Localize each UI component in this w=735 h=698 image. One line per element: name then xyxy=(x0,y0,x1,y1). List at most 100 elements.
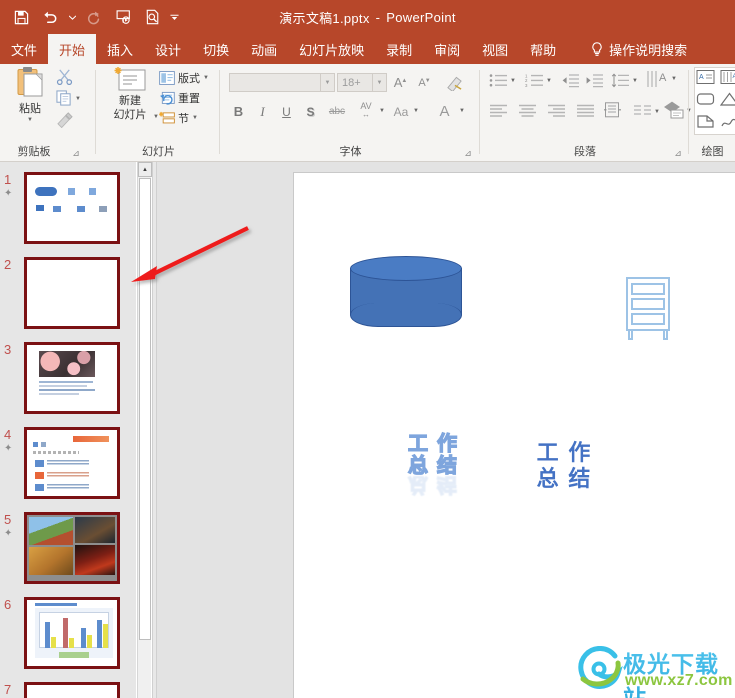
tab-file[interactable]: 文件 xyxy=(0,34,48,64)
change-case-button[interactable]: Aa xyxy=(389,102,413,121)
scrollbar-thumb[interactable] xyxy=(139,178,151,640)
slide-thumbnail-2[interactable] xyxy=(24,257,120,329)
font-color-dropdown-caret[interactable]: ▼ xyxy=(459,108,465,114)
increase-indent-button[interactable] xyxy=(585,73,604,90)
align-right-button[interactable] xyxy=(547,104,566,121)
section-dropdown-caret[interactable]: ▼ xyxy=(192,115,198,121)
line-spacing-button[interactable] xyxy=(611,73,630,90)
paragraph-dialog-launcher[interactable]: ⊿ xyxy=(672,147,684,159)
char-spacing-dropdown-caret[interactable]: ▼ xyxy=(379,108,385,114)
cylinder-bottom xyxy=(350,303,462,327)
tab-slideshow[interactable]: 幻灯片放映 xyxy=(288,34,375,64)
undo-dropdown[interactable] xyxy=(66,4,78,30)
flowchart-shape[interactable] xyxy=(696,113,716,131)
scroll-up-button[interactable]: ▲ xyxy=(138,162,152,177)
format-painter-button[interactable] xyxy=(56,112,78,132)
font-name-dropdown-caret[interactable]: ▼ xyxy=(320,74,334,91)
text-shadow-button[interactable]: S xyxy=(301,102,320,121)
grow-font-button[interactable]: A ▲ xyxy=(391,73,410,92)
layout-button[interactable]: 版式 ▼ xyxy=(159,70,209,86)
numbering-button[interactable]: 1 2 3 xyxy=(525,73,544,90)
thumb1-shape xyxy=(53,206,61,212)
slide-thumbnail-pane[interactable]: 1 ✦ 2 3 4 ✦ 5 ✦ 6 7 xyxy=(0,162,136,698)
slide-number-2: 2 xyxy=(4,257,12,272)
shelf-shape[interactable] xyxy=(626,277,670,341)
underline-button[interactable]: U xyxy=(277,102,296,121)
convert-to-smartart-button[interactable] xyxy=(663,100,685,122)
font-name-input[interactable]: ▼ xyxy=(229,73,335,92)
paste-dropdown-caret[interactable]: ▼ xyxy=(27,117,33,123)
cut-button[interactable] xyxy=(56,68,78,88)
slide-thumbnail-5[interactable] xyxy=(24,512,120,584)
text-direction-dropdown-caret[interactable]: ▼ xyxy=(671,76,677,82)
print-preview-button[interactable] xyxy=(139,4,165,30)
tab-transitions[interactable]: 切换 xyxy=(192,34,240,64)
tab-insert[interactable]: 插入 xyxy=(96,34,144,64)
cylinder-shape[interactable] xyxy=(350,256,462,327)
align-left-button[interactable] xyxy=(489,104,508,121)
thumb1-shape xyxy=(89,188,96,195)
save-button[interactable] xyxy=(8,4,34,30)
tab-record[interactable]: 录制 xyxy=(375,34,423,64)
font-color-button[interactable]: A xyxy=(435,102,454,121)
tell-me-search[interactable]: 操作说明搜索 xyxy=(581,34,697,64)
shrink-font-button[interactable]: A ▼ xyxy=(415,73,434,92)
new-slide-button[interactable]: 新建 幻灯片 xyxy=(107,66,153,138)
bullets-dropdown-caret[interactable]: ▼ xyxy=(510,78,516,84)
redo-button[interactable] xyxy=(81,4,107,30)
slide-canvas[interactable]: 工 作 总 结 总 结 工 作 总 结 xyxy=(293,172,735,698)
customize-qat-button[interactable] xyxy=(168,4,180,30)
freeform-shape[interactable] xyxy=(720,113,735,131)
decrease-indent-button[interactable] xyxy=(561,73,580,90)
triangle-shape[interactable] xyxy=(719,91,735,109)
justify-button[interactable] xyxy=(576,104,595,121)
group-divider xyxy=(479,70,480,154)
wordart-outline[interactable]: 工 作 总 结 总 结 xyxy=(400,431,466,496)
svg-text:A: A xyxy=(699,74,704,81)
tab-view[interactable]: 视图 xyxy=(471,34,519,64)
undo-button[interactable] xyxy=(37,4,63,30)
paste-button[interactable]: 粘贴 ▼ xyxy=(8,66,52,138)
slide-thumbnail-4[interactable] xyxy=(24,427,120,499)
text-direction-button[interactable]: A xyxy=(646,69,670,91)
bold-button[interactable]: B xyxy=(229,102,248,121)
vertical-text-shape[interactable]: A xyxy=(720,69,735,87)
wordart-solid[interactable]: 工 作 总 结 xyxy=(533,441,595,493)
font-size-input[interactable]: 18+ ▼ xyxy=(337,73,387,92)
shapes-gallery[interactable]: A A xyxy=(694,67,735,135)
reset-button[interactable]: 重置 xyxy=(159,90,200,106)
italic-button[interactable]: I xyxy=(253,102,272,121)
slide-thumbnail-3[interactable] xyxy=(24,342,120,414)
slide-thumbnail-6[interactable] xyxy=(24,597,120,669)
character-spacing-button[interactable]: AV ↔ xyxy=(353,100,379,119)
wordart-solid-line2: 总 结 xyxy=(536,467,592,492)
font-size-dropdown-caret[interactable]: ▼ xyxy=(372,74,386,91)
tab-home[interactable]: 开始 xyxy=(48,34,97,64)
layout-dropdown-caret[interactable]: ▼ xyxy=(203,75,209,81)
wordart-solid-line1: 工 作 xyxy=(536,441,592,466)
clear-formatting-button[interactable] xyxy=(443,73,465,92)
tab-animations[interactable]: 动画 xyxy=(240,34,288,64)
rounded-rectangle-shape[interactable] xyxy=(696,91,716,109)
font-dialog-launcher[interactable]: ⊿ xyxy=(462,147,474,159)
change-case-dropdown-caret[interactable]: ▼ xyxy=(413,108,419,114)
align-center-button[interactable] xyxy=(518,104,537,121)
strikethrough-button[interactable]: abc xyxy=(325,102,349,121)
clipboard-dialog-launcher[interactable]: ⊿ xyxy=(70,147,82,159)
section-button[interactable]: 节 ▼ xyxy=(159,110,198,126)
distribute-columns-button[interactable] xyxy=(603,102,622,119)
text-box-shape[interactable]: A xyxy=(696,69,716,87)
bullets-button[interactable] xyxy=(489,73,508,90)
thumbnail-pane-scrollbar[interactable]: ▲ xyxy=(137,162,152,698)
columns-dropdown-caret[interactable]: ▼ xyxy=(654,109,660,115)
tab-design[interactable]: 设计 xyxy=(144,34,192,64)
numbering-dropdown-caret[interactable]: ▼ xyxy=(546,78,552,84)
columns-button[interactable] xyxy=(633,104,652,121)
slide-thumbnail-7[interactable] xyxy=(24,682,120,698)
start-from-beginning-button[interactable] xyxy=(110,4,136,30)
tab-help[interactable]: 帮助 xyxy=(519,34,567,64)
line-spacing-dropdown-caret[interactable]: ▼ xyxy=(632,78,638,84)
tab-review[interactable]: 审阅 xyxy=(423,34,471,64)
slide-thumbnail-1[interactable] xyxy=(24,172,120,244)
copy-dropdown-caret[interactable]: ▼ xyxy=(75,96,81,102)
